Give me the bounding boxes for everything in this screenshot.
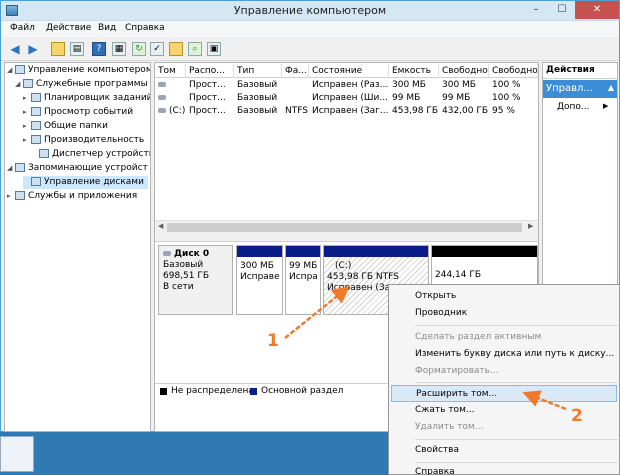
refresh-icon[interactable]: ↻ [132,42,146,56]
disk-size: 698,51 ГБ [163,271,210,281]
actions-more[interactable]: Допо... ▶ [557,102,608,112]
shared-folder-icon [31,121,41,130]
scrollbar-thumb[interactable] [167,223,522,232]
menu-item-explorer[interactable]: Проводник [415,305,467,322]
tree-item-devices[interactable]: Диспетчер устройств [31,148,150,161]
menu-item-extend-volume[interactable]: Расширить том... [391,385,617,402]
taskbar-app-icon[interactable] [0,436,34,472]
menu-item-change-letter[interactable]: Изменить букву диска или путь к диску... [415,346,614,363]
menu-separator [415,325,617,326]
tree-item-scheduler[interactable]: ▸ Планировщик заданий [23,92,150,105]
actions-header: Действия [543,63,617,79]
annotation-number-2: 2 [571,406,583,426]
tools-icon [23,79,33,88]
disk-name: Диск 0 [174,249,210,259]
tree-item-events[interactable]: ▸ Просмотр событий [23,106,133,119]
maximize-button[interactable]: ☐ [549,1,575,19]
legend-unallocated-label: Не распределена [171,386,254,396]
tree-item-storage[interactable]: ◢ Запоминающие устройст [7,162,148,175]
column-header-free-percent[interactable]: Свободно [489,64,538,78]
tree-item-services[interactable]: ▸ Службы и приложения [7,190,137,203]
tree-item-disk-management[interactable]: Управление дисками [23,176,148,189]
menu-view[interactable]: Вид [98,23,116,33]
column-header-volume[interactable]: Том [155,64,186,78]
drive-icon [158,82,166,87]
performance-icon [31,135,41,144]
minimize-button[interactable]: – [523,1,549,19]
submenu-arrow-icon: ▶ [603,102,609,110]
forward-arrow-icon[interactable]: ▶ [26,42,40,56]
legend-unallocated-swatch [160,388,167,395]
legend-primary-swatch [250,388,257,395]
up-folder-icon[interactable] [51,42,65,56]
disk-icon [163,251,171,256]
disk-type: Базовый [163,260,204,270]
close-button[interactable]: ✕ [575,1,619,19]
menu-help[interactable]: Справка [125,23,165,33]
drive-icon [158,108,166,113]
disk-management-icon [31,177,41,186]
menu-file[interactable]: Файл [10,23,35,33]
column-header-type[interactable]: Тип [234,64,282,78]
scroll-right-icon[interactable]: ▶ [528,222,533,230]
pane-splitter[interactable] [155,234,538,242]
disk-status: В сети [163,282,194,292]
scroll-left-icon[interactable]: ◀ [158,222,163,230]
back-arrow-icon[interactable]: ◀ [8,42,22,56]
partition-system-reserved[interactable]: 300 МБ Исправе [236,245,283,315]
menu-separator [415,439,617,440]
legend-primary-label: Основной раздел [261,386,344,396]
tree-item-service[interactable]: ◢ Служебные программы [15,78,148,91]
annotation-number-1: 1 [267,331,279,351]
list-view-icon[interactable]: ▦ [112,42,126,56]
clock-icon [31,93,41,102]
column-header-status[interactable]: Состояние [309,64,389,78]
storage-icon [15,163,25,172]
menu-bar: Файл Действие Вид Справка [1,21,619,37]
menu-separator [415,382,617,383]
disk-0-label[interactable]: Диск 0 Базовый 698,51 ГБ В сети [158,245,233,315]
partition-efi[interactable]: 99 МБ Испра [285,245,321,315]
menu-item-help[interactable]: Справка [415,464,455,475]
help-icon[interactable]: ? [92,42,106,56]
navigation-tree: ◢Управление компьютером (л ◢Служебные пр… [4,62,151,432]
context-menu: Открыть Проводник Сделать раздел активны… [388,284,620,475]
menu-separator [415,462,617,463]
tree-item-performance[interactable]: ▸ Производительность [23,134,144,147]
computer-icon [15,65,25,74]
column-header-filesystem[interactable]: Фа... [282,64,309,78]
search-icon[interactable]: ⌕ [188,42,202,56]
event-viewer-icon [31,107,41,116]
menu-item-shrink-volume[interactable]: Сжать том... [415,402,474,419]
collapse-caret-icon[interactable]: ▲ [608,83,614,92]
menu-action[interactable]: Действие [46,23,91,33]
tree-item-shared[interactable]: ▸ Общие папки [23,120,108,133]
drive-icon [158,95,166,100]
title-bar[interactable]: Управление компьютером – ☐ ✕ [1,1,619,21]
tree-item-root[interactable]: ◢Управление компьютером (л [7,64,150,77]
toolbar: ◀ ▶ ▤ ? ▦ ↻ ✓ ⌕ ▣ [1,37,619,61]
checkmark-icon[interactable]: ✓ [150,42,164,56]
column-header-free[interactable]: Свободно [439,64,489,78]
properties-icon[interactable]: ▣ [207,42,221,56]
menu-item-open[interactable]: Открыть [415,288,456,305]
horizontal-scrollbar[interactable]: ◀ ▶ [155,220,538,234]
open-folder-icon[interactable] [169,42,183,56]
actions-section-disk-management[interactable]: Управл... ▲ [543,80,617,98]
menu-item-format[interactable]: Форматировать... [415,363,499,380]
device-manager-icon [39,149,49,158]
show-hide-tree-icon[interactable]: ▤ [70,42,84,56]
menu-item-make-active[interactable]: Сделать раздел активным [415,329,541,346]
column-header-layout[interactable]: Распо... [186,64,234,78]
menu-item-properties[interactable]: Свойства [415,442,459,459]
services-icon [15,191,25,200]
menu-item-delete-volume[interactable]: Удалить том... [415,419,483,436]
column-header-capacity[interactable]: Емкость [389,64,439,78]
